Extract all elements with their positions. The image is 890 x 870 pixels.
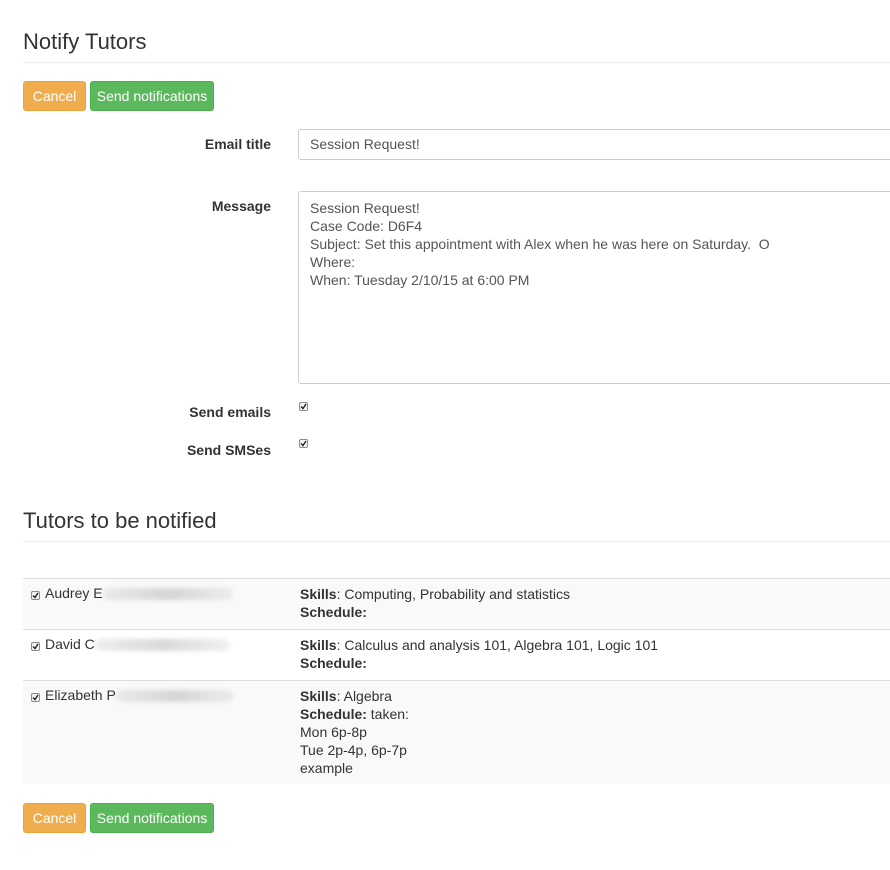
- skills-value: : Computing, Probability and statistics: [336, 586, 571, 602]
- cancel-button-top[interactable]: Cancel: [23, 81, 86, 111]
- send-emails-checkbox[interactable]: [299, 402, 308, 411]
- tutor-checkbox[interactable]: [31, 642, 40, 651]
- send-notifications-button-top[interactable]: Send notifications: [90, 81, 214, 111]
- tutor-name-text: Audrey E: [45, 585, 103, 601]
- cancel-button-bottom[interactable]: Cancel: [23, 803, 86, 833]
- skills-label: Skills: [300, 637, 337, 653]
- send-smses-label: Send SMSes: [186, 442, 271, 458]
- skills-value: : Algebra: [336, 688, 392, 704]
- checkmark-icon: [300, 403, 307, 410]
- redacted-contact: [102, 588, 233, 601]
- schedule-label: Schedule:: [300, 604, 367, 620]
- section-divider: [23, 541, 890, 542]
- checkmark-icon: [32, 643, 39, 650]
- tutor-name-text: David C: [45, 636, 95, 652]
- schedule-label: Schedule:: [300, 706, 367, 722]
- redacted-contact: [94, 639, 230, 652]
- skills-label: Skills: [300, 688, 337, 704]
- table-row: Audrey E Skills: Computing, Probability …: [23, 578, 890, 630]
- tutor-info: Skills: Calculus and analysis 101, Algeb…: [300, 636, 658, 672]
- page-title: Notify Tutors: [23, 29, 147, 54]
- section-title: Tutors to be notified: [23, 508, 217, 533]
- title-divider: [23, 62, 890, 63]
- send-notifications-button-bottom[interactable]: Send notifications: [90, 803, 214, 833]
- tutor-name-text: Elizabeth P: [45, 687, 116, 703]
- checkmark-icon: [300, 440, 307, 447]
- tutor-info: Skills: Computing, Probability and stati…: [300, 585, 570, 621]
- email-title-label: Email title: [204, 136, 271, 152]
- tutor-name: Audrey E: [45, 585, 233, 601]
- skills-value: : Calculus and analysis 101, Algebra 101…: [336, 637, 659, 653]
- checkmark-icon: [32, 694, 39, 701]
- send-smses-checkbox[interactable]: [299, 439, 308, 448]
- skills-label: Skills: [300, 586, 337, 602]
- schedule-label: Schedule:: [300, 655, 367, 671]
- table-row: David C Skills: Calculus and analysis 10…: [23, 629, 890, 681]
- table-row: Elizabeth P Skills: Algebra Schedule: ta…: [23, 680, 890, 784]
- send-emails-label: Send emails: [189, 404, 271, 420]
- message-label: Message: [211, 198, 271, 214]
- tutor-checkbox[interactable]: [31, 693, 40, 702]
- tutor-checkbox[interactable]: [31, 591, 40, 600]
- email-title-input[interactable]: Session Request!: [298, 129, 890, 160]
- tutor-info: Skills: Algebra Schedule: taken: Mon 6p-…: [300, 687, 409, 777]
- tutor-name: David C: [45, 636, 230, 652]
- redacted-contact: [115, 690, 234, 703]
- checkmark-icon: [32, 592, 39, 599]
- message-textarea[interactable]: Session Request! Case Code: D6F4 Subject…: [298, 191, 890, 384]
- tutor-name: Elizabeth P: [45, 687, 234, 703]
